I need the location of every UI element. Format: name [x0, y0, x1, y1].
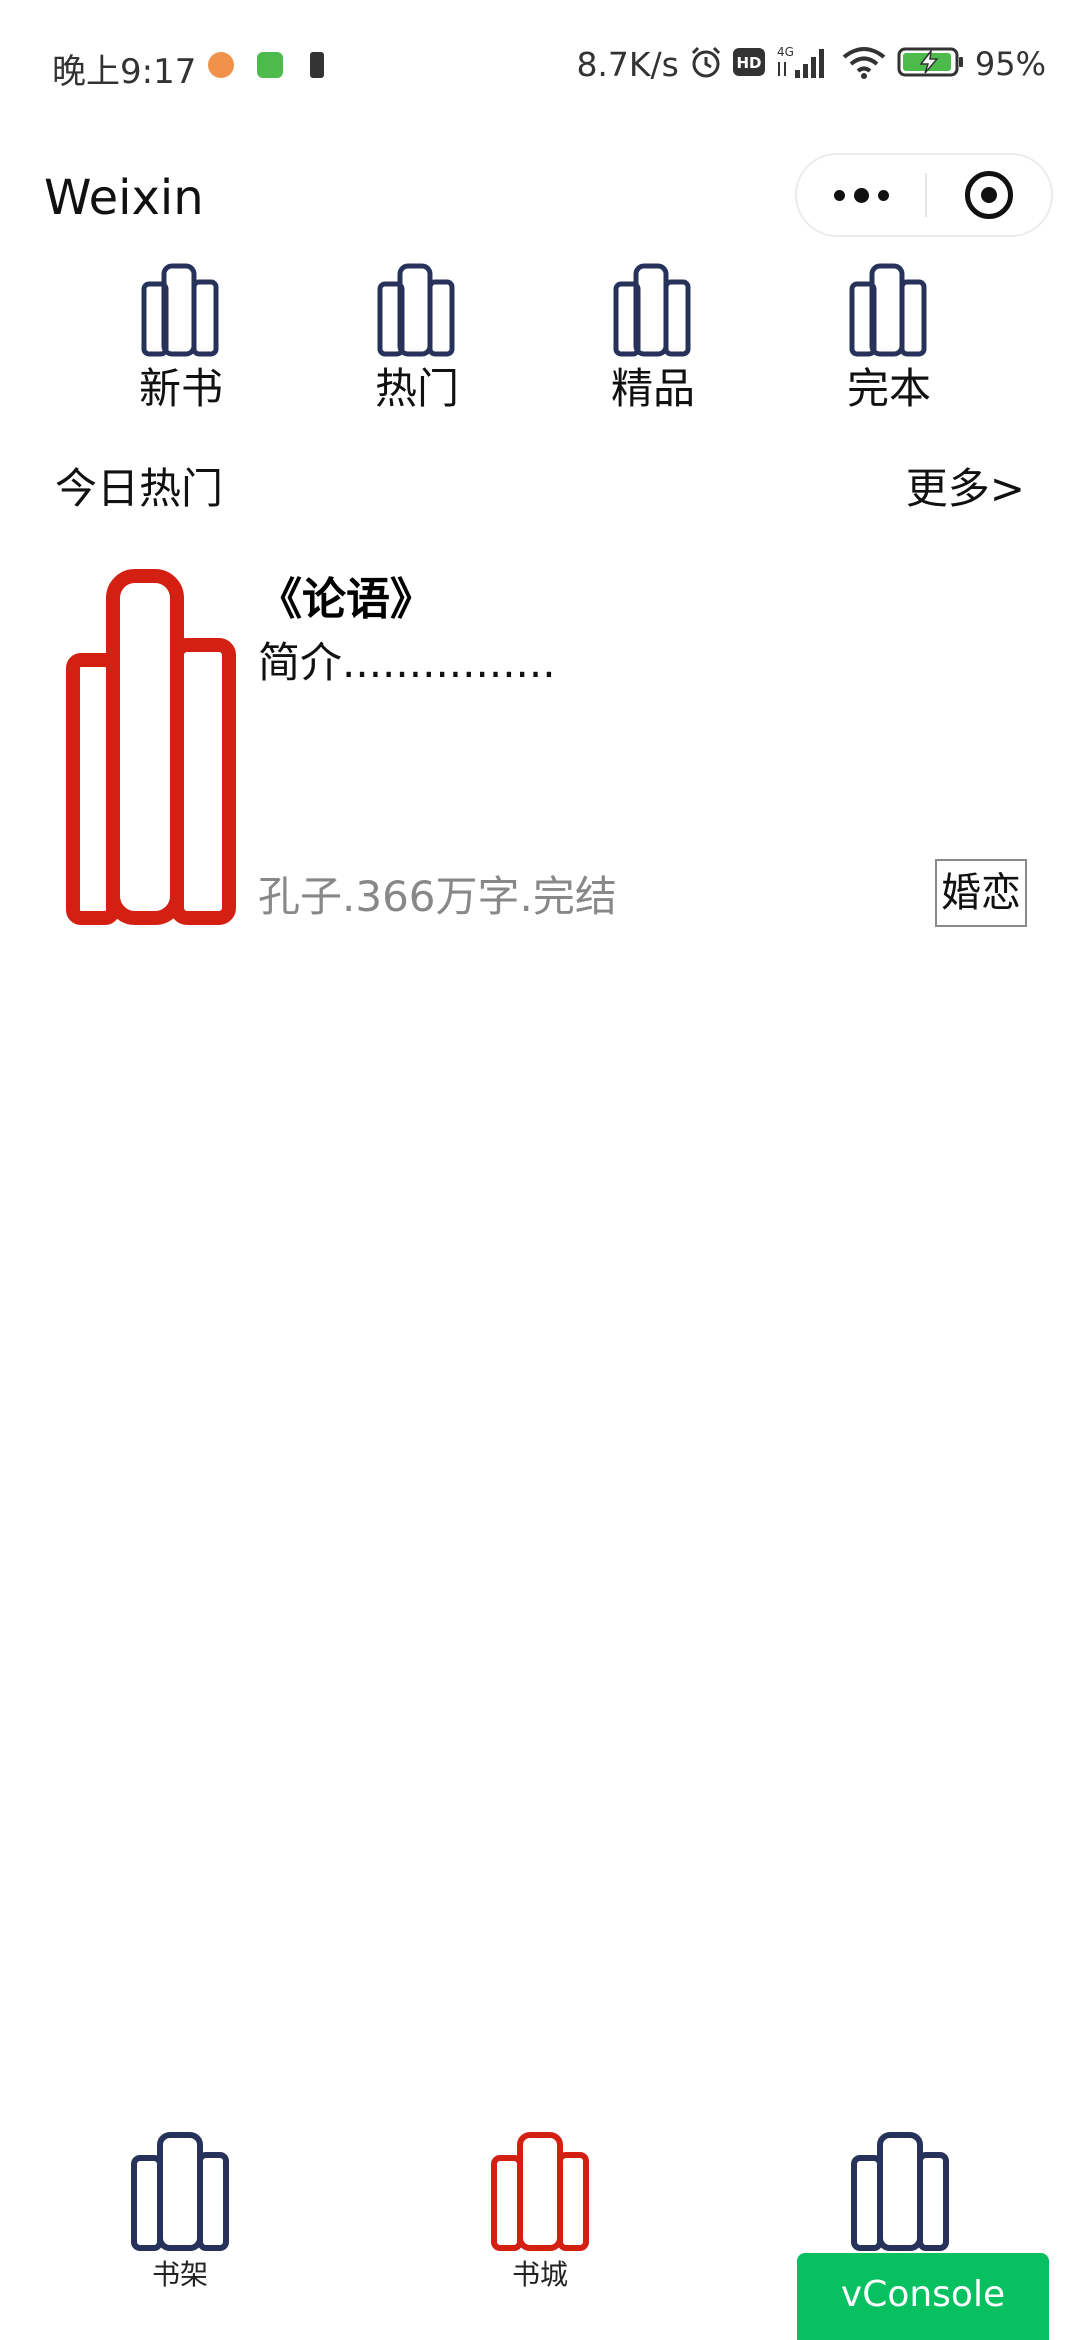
message-icon — [208, 52, 234, 78]
section-title: 今日热门 — [55, 464, 224, 513]
status-right-group: 8.7K/s HD 4G 95% — [576, 42, 1046, 86]
notification-icon — [310, 52, 324, 78]
status-time: 晚上9:17 — [52, 52, 197, 92]
category-premium[interactable]: 精品 — [578, 262, 728, 427]
svg-text:4G: 4G — [777, 45, 794, 59]
alarm-icon — [689, 45, 723, 83]
book-stack-icon — [613, 263, 691, 357]
hd-icon: HD — [732, 48, 765, 80]
menu-capsule — [795, 153, 1053, 237]
category-nav: 新书 热门 精品 完本 — [0, 262, 1080, 427]
section-header: 今日热门 更多> — [0, 455, 1080, 515]
book-cover-icon — [66, 569, 236, 925]
tab-bookstore[interactable]: 书城 — [450, 2130, 630, 2292]
book-title: 《论语》 — [258, 574, 434, 625]
status-bar: 晚上9:17 8.7K/s HD 4G 95% — [0, 0, 1080, 130]
tab-label: 书架 — [151, 2258, 208, 2291]
tab-bookshelf[interactable]: 书架 — [90, 2130, 270, 2292]
wifi-icon — [841, 45, 887, 83]
category-hot[interactable]: 热门 — [342, 262, 492, 427]
close-miniprogram-icon[interactable] — [927, 155, 1051, 235]
more-link[interactable]: 更多> — [906, 455, 1025, 516]
more-icon[interactable] — [797, 155, 925, 235]
book-meta: 孔子.366万字.完结 — [258, 872, 617, 921]
vconsole-button[interactable]: vConsole — [797, 2253, 1049, 2340]
book-card[interactable]: 《论语》 简介................ 孔子.366万字.完结 婚恋 — [0, 555, 1080, 935]
category-label: 完本 — [846, 364, 931, 413]
category-new[interactable]: 新书 — [106, 262, 256, 427]
book-tag: 婚恋 — [935, 859, 1027, 927]
book-stack-icon — [377, 263, 455, 357]
app-icon — [257, 52, 283, 78]
app-page: 晚上9:17 8.7K/s HD 4G 95% Weixin 新书 热门 精品 … — [0, 0, 1080, 2340]
page-title: Weixin — [44, 170, 204, 226]
category-label: 新书 — [138, 364, 223, 413]
category-label: 热门 — [374, 364, 459, 413]
svg-text:HD: HD — [736, 54, 761, 72]
book-stack-icon — [141, 263, 219, 357]
book-intro: 简介................ — [258, 638, 556, 687]
book-stack-icon — [851, 2132, 949, 2251]
miniprogram-header: Weixin — [0, 140, 1080, 260]
category-label: 精品 — [610, 364, 695, 413]
signal-4g-icon: 4G — [775, 44, 831, 84]
net-speed: 8.7K/s — [576, 44, 679, 84]
book-stack-icon — [849, 263, 927, 357]
battery-charging-icon — [897, 46, 965, 82]
bookshelf-icon — [131, 2132, 229, 2251]
tab-third[interactable] — [810, 2130, 990, 2258]
tab-label: 书城 — [511, 2258, 568, 2291]
bookstore-icon — [491, 2132, 589, 2251]
category-complete[interactable]: 完本 — [814, 262, 964, 427]
battery-percent: 95% — [974, 45, 1046, 83]
